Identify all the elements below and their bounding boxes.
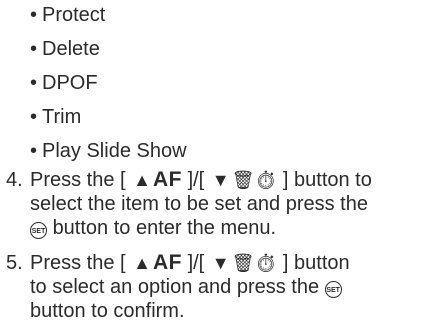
step-line: Press the [ ▲AF ]/[ ▼ 🗑⏱ ] button to [30, 168, 421, 192]
menu-option-list: • Protect • Delete • DPOF • Trim • Play Slide… [30, 0, 187, 170]
list-item-label: Protect [42, 4, 106, 26]
list-item-label: Delete [42, 38, 100, 60]
bullet-dot: • [30, 38, 38, 60]
up-triangle-icon: ▲ [133, 170, 151, 190]
set-button-icon: SET [30, 222, 47, 239]
step-text: ] button to [282, 169, 372, 191]
bullet-dot: • [30, 140, 38, 162]
self-timer-icon: ⏱ [254, 170, 278, 190]
list-item: • Protect [30, 0, 187, 34]
delete-icon: 🗑 [231, 253, 255, 273]
delete-icon: 🗑 [231, 170, 255, 190]
list-item: • Play Slide Show [30, 136, 187, 170]
af-label: AF [153, 251, 182, 274]
step-text: Press the [ [30, 169, 126, 191]
step-text: button to enter the menu. [52, 217, 277, 239]
step-line: button to confirm. [30, 300, 185, 322]
step-line: select the item to be set and press the [30, 193, 368, 215]
bullet-dot: • [30, 4, 38, 26]
step-text: to select an option and press the [30, 276, 320, 298]
step-number: 4. [6, 169, 23, 191]
step-text: ] button [282, 252, 350, 274]
set-button-icon: SET [324, 281, 342, 298]
af-label: AF [153, 168, 182, 191]
step-5: 5. Press the [ ▲AF ]/[ ▼ 🗑⏱ ] button to s… [0, 251, 421, 323]
manual-page: • Protect • Delete • DPOF • Trim • Play Slide… [0, 0, 421, 325]
down-triangle-icon: ▼ [211, 170, 230, 190]
instruction-steps: 4. Press the [ ▲AF ]/[ ▼ 🗑⏱ ] button to s… [0, 168, 421, 334]
list-item-label: DPOF [42, 72, 98, 94]
step-number: 5. [6, 252, 23, 274]
list-item: • DPOF [30, 68, 187, 102]
step-line: to select an option and press the SET [30, 275, 421, 299]
step-4: 4. Press the [ ▲AF ]/[ ▼ 🗑⏱ ] button to s… [0, 168, 421, 240]
list-item: • Trim [30, 102, 187, 136]
bullet-dot: • [30, 72, 38, 94]
step-text: ]/[ [187, 252, 205, 274]
step-line: SET button to enter the menu. [30, 216, 421, 240]
step-text: ]/[ [187, 169, 205, 191]
step-text: Press the [ [30, 252, 126, 274]
step-line: Press the [ ▲AF ]/[ ▼ 🗑⏱ ] button [30, 251, 421, 275]
down-triangle-icon: ▼ [211, 253, 230, 273]
bullet-dot: • [30, 106, 38, 128]
list-item: • Delete [30, 34, 187, 68]
list-item-label: Play Slide Show [42, 140, 187, 162]
self-timer-icon: ⏱ [254, 253, 278, 273]
list-item-label: Trim [42, 106, 82, 128]
up-triangle-icon: ▲ [133, 253, 151, 273]
